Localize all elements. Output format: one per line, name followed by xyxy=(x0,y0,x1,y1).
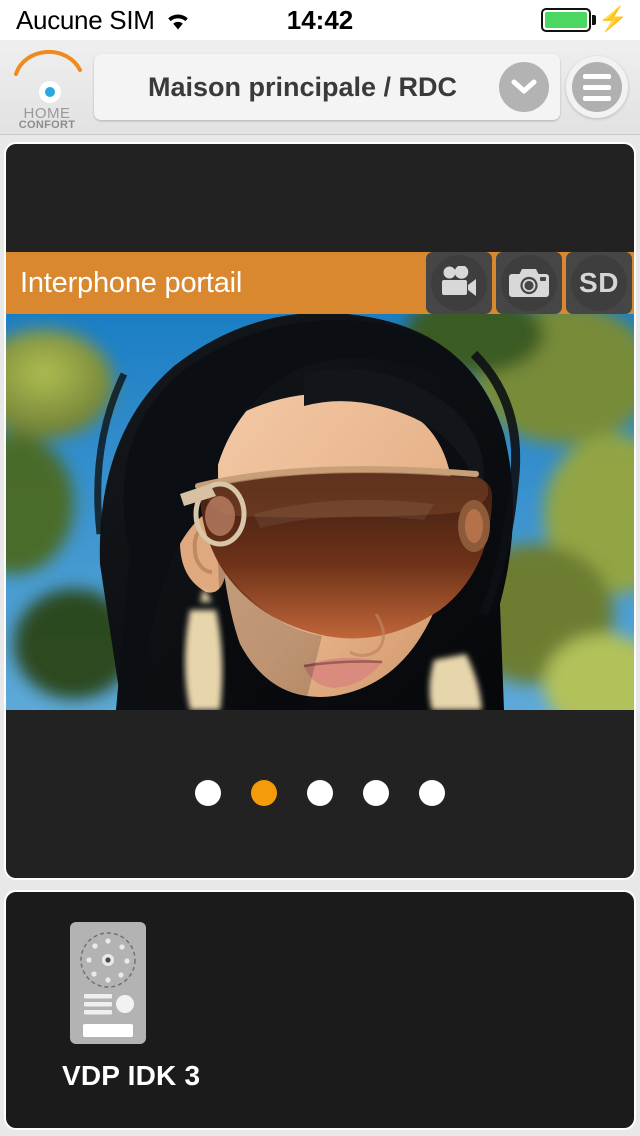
device-item-vdp-idk-3[interactable]: VDP IDK 3 xyxy=(62,920,242,1092)
camera-live-image[interactable] xyxy=(6,314,634,710)
device-card: VDP IDK 3 xyxy=(4,890,636,1130)
pagination-dot-5[interactable] xyxy=(419,780,445,806)
photo-camera-icon xyxy=(509,269,549,297)
video-camera-icon xyxy=(442,266,476,296)
sd-card-button[interactable]: SD xyxy=(566,252,632,314)
svg-text:CONFORT: CONFORT xyxy=(19,119,75,130)
camera-card-top-spacer xyxy=(6,144,634,252)
pagination-dot-3[interactable] xyxy=(307,780,333,806)
hamburger-menu-button[interactable] xyxy=(566,56,628,118)
location-selector[interactable]: Maison principale / RDC xyxy=(94,54,560,120)
camera-pagination-dots[interactable] xyxy=(6,708,634,878)
device-name-label: VDP IDK 3 xyxy=(62,1060,201,1091)
battery-full-icon xyxy=(541,8,592,32)
video-doorbell-icon xyxy=(68,920,148,1046)
sd-text-icon: SD xyxy=(579,267,619,298)
camera-card: Interphone portail SD xyxy=(4,142,636,880)
video-record-button[interactable] xyxy=(426,252,492,314)
camera-name-label: Interphone portail xyxy=(20,266,243,299)
chevron-down-icon[interactable] xyxy=(499,62,549,112)
status-bar-right: ⚡ xyxy=(541,8,628,32)
camera-title-bar: Interphone portail SD xyxy=(6,252,634,314)
camera-action-buttons: SD xyxy=(426,252,634,314)
nav-bar: HOME CONFORT Maison principale / RDC xyxy=(0,40,640,135)
pagination-dot-1[interactable] xyxy=(195,780,221,806)
hamburger-menu-icon xyxy=(572,62,622,112)
lightning-bolt-icon: ⚡ xyxy=(598,6,628,33)
pagination-dot-2[interactable] xyxy=(251,780,277,806)
snapshot-button[interactable] xyxy=(496,252,562,314)
home-confort-logo: HOME CONFORT xyxy=(6,44,88,131)
location-title: Maison principale / RDC xyxy=(147,71,458,102)
status-bar: Aucune SIM 14:42 ⚡ xyxy=(0,0,640,40)
battery-cap xyxy=(592,15,597,25)
app-root: Aucune SIM 14:42 ⚡ HOME CONFORT Maison p… xyxy=(0,0,640,1136)
pagination-dot-4[interactable] xyxy=(363,780,389,806)
